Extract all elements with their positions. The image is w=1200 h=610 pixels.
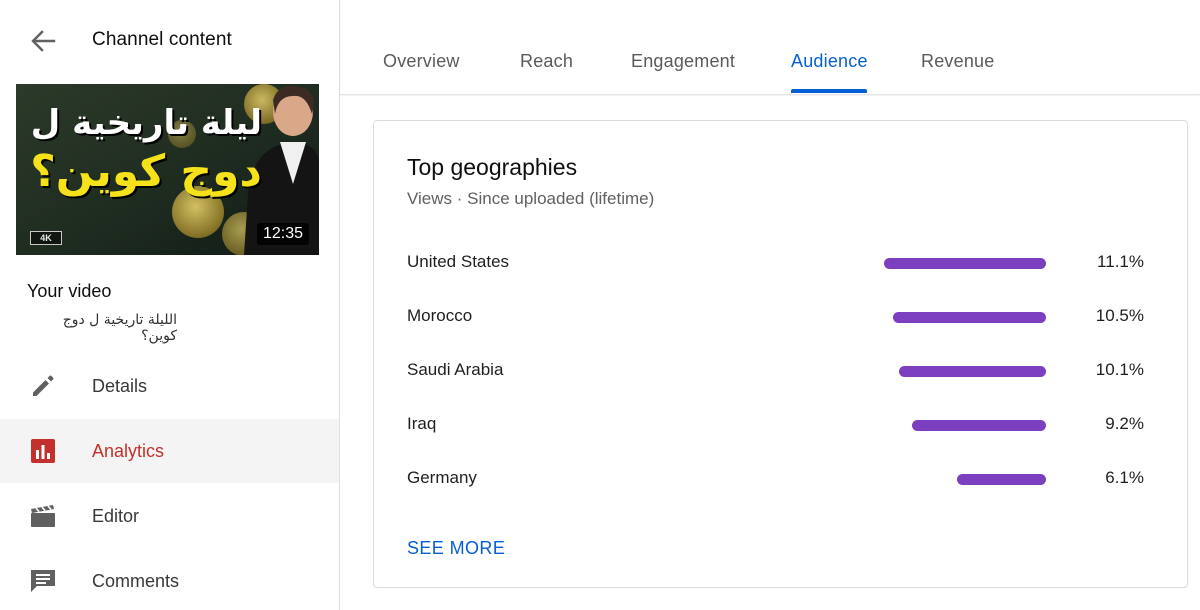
geography-bar [912, 420, 1046, 431]
geography-bar [884, 258, 1046, 269]
tab-reach[interactable]: Reach [520, 51, 573, 72]
geography-row: Germany 6.1% [374, 464, 1187, 494]
top-geographies-card: Top geographies Views · Since uploaded (… [373, 120, 1188, 588]
thumbnail-text: ليلة تاريخية ل دوج كوين؟ [22, 102, 262, 200]
thumbnail-text-line1: ليلة تاريخية ل [30, 103, 262, 143]
thumbnail-text-line2: دوج كوين؟ [30, 146, 262, 197]
geography-bar-track [882, 420, 1058, 431]
analytics-tabs: Overview Reach Engagement Audience Reven… [340, 0, 1200, 95]
geography-row: Morocco 10.5% [374, 302, 1187, 332]
analytics-icon [29, 437, 57, 465]
nav-item-analytics[interactable]: Analytics [0, 419, 339, 483]
arrow-left-icon [31, 30, 56, 52]
see-more-button[interactable]: SEE MORE [407, 538, 505, 559]
geography-country: Morocco [407, 306, 473, 325]
geography-bar [893, 312, 1046, 323]
pencil-icon [29, 372, 57, 400]
geography-bar-track [882, 474, 1058, 485]
geography-bar-track [882, 312, 1058, 323]
main-content: Top geographies Views · Since uploaded (… [340, 96, 1200, 610]
video-title: الليلة تاريخية ل دوج كوين؟ [62, 312, 177, 344]
studio-app: Channel content ليلة تاريخية ل دوج كوين؟… [0, 0, 1200, 610]
geography-bar [899, 366, 1046, 377]
video-duration: 12:35 [256, 223, 309, 245]
geography-row: Saudi Arabia 10.1% [374, 356, 1187, 386]
geography-country: United States [407, 252, 510, 271]
video-thumbnail[interactable]: ليلة تاريخية ل دوج كوين؟ 4K 12:35 [16, 84, 319, 255]
geography-row: Iraq 9.2% [374, 410, 1187, 440]
your-video-label: Your video [27, 281, 112, 301]
geography-country: Germany [407, 468, 477, 487]
tab-engagement[interactable]: Engagement [631, 51, 735, 72]
sidebar-title: Channel content [92, 29, 232, 50]
back-button[interactable] [26, 26, 60, 56]
geography-percentage: 11.1% [1097, 252, 1144, 271]
nav-item-details[interactable]: Details [0, 354, 339, 418]
geography-percentage: 10.5% [1095, 306, 1144, 325]
geography-row: United States 11.1% [374, 248, 1187, 278]
comment-icon [29, 567, 57, 595]
nav-item-comments[interactable]: Comments [0, 549, 339, 610]
card-title: Top geographies [407, 154, 578, 180]
active-tab-indicator [791, 89, 867, 93]
geography-bar-track [882, 366, 1058, 377]
tab-overview[interactable]: Overview [383, 51, 460, 72]
nav-label-details: Details [92, 375, 148, 396]
card-subtitle: Views · Since uploaded (lifetime) [407, 189, 655, 208]
sidebar: Channel content ليلة تاريخية ل دوج كوين؟… [0, 0, 340, 610]
tab-revenue[interactable]: Revenue [921, 51, 994, 72]
geography-bar-track [882, 258, 1058, 269]
geography-percentage: 6.1% [1105, 468, 1144, 487]
geography-percentage: 10.1% [1095, 360, 1144, 379]
geography-bar [957, 474, 1046, 485]
geography-percentage: 9.2% [1105, 414, 1144, 433]
clapperboard-icon [29, 502, 57, 530]
nav-label-comments: Comments [92, 570, 180, 591]
sidebar-header: Channel content [0, 0, 339, 80]
nav-label-analytics: Analytics [92, 440, 165, 461]
geography-country: Saudi Arabia [407, 360, 504, 379]
tab-audience[interactable]: Audience [791, 51, 868, 72]
quality-badge: 4K [30, 231, 62, 245]
nav-label-editor: Editor [92, 505, 140, 526]
nav-item-editor[interactable]: Editor [0, 484, 339, 548]
geography-country: Iraq [407, 414, 437, 433]
